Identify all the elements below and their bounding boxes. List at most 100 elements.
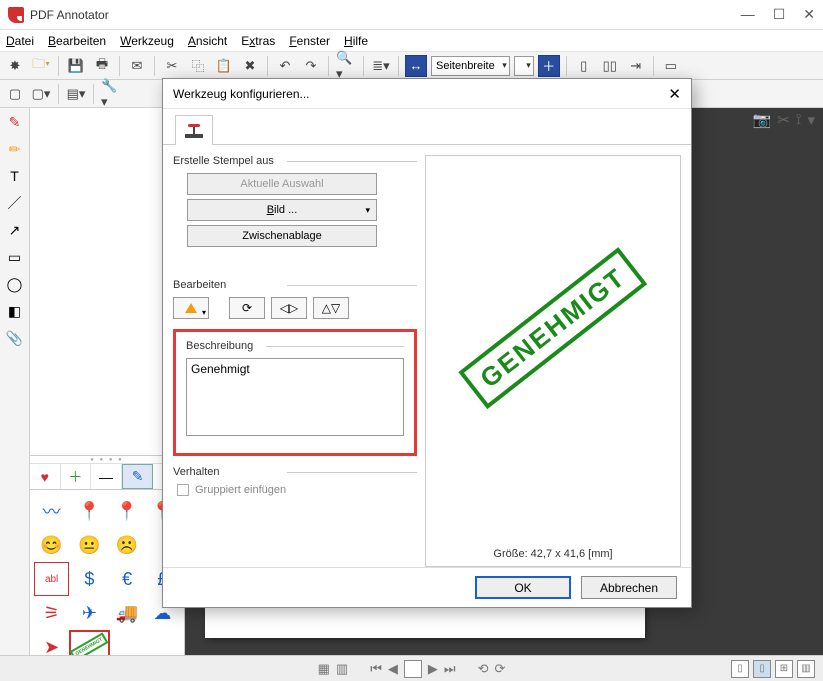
status-bar: ▦ ▥ ⏮ ◀ ▶ ⏭ ⟲ ⟳ ▯ ▯ ⊞ ▥ xyxy=(0,655,823,681)
pen-tool-icon[interactable]: ✎ xyxy=(4,111,26,133)
fullscreen-icon[interactable]: ▭ xyxy=(660,55,682,77)
ruler-icon[interactable]: ⟟ xyxy=(796,111,802,129)
menu-file[interactable]: Datei xyxy=(6,34,34,48)
stamp-truck[interactable]: 🚚 xyxy=(110,596,145,630)
stamp-smile[interactable]: 😊 xyxy=(34,528,69,562)
save-icon[interactable]: 💾 xyxy=(65,55,87,77)
undo-icon[interactable]: ↶ xyxy=(274,55,296,77)
stamp-sad[interactable]: ☹️ xyxy=(110,528,145,562)
delete-icon[interactable]: ✖ xyxy=(239,55,261,77)
stamp-pin-blue[interactable]: 📍 xyxy=(69,494,109,528)
menu-window[interactable]: Fenster xyxy=(289,34,330,48)
dialog-tab-stamp[interactable] xyxy=(175,115,213,145)
sb-page-field[interactable] xyxy=(404,660,422,678)
sb-layout3-icon[interactable]: ⊞ xyxy=(775,660,793,678)
menu-extras[interactable]: Extras xyxy=(241,34,275,48)
ellipse-tool-icon[interactable]: ◯ xyxy=(4,273,26,295)
dialog-close-button[interactable]: ✕ xyxy=(668,85,681,103)
cut-icon[interactable]: ✂ xyxy=(161,55,183,77)
attach-tool-icon[interactable]: 📎 xyxy=(4,327,26,349)
eraser-tool-icon[interactable]: ◧ xyxy=(4,300,26,322)
single-page-icon[interactable]: ▯ xyxy=(573,55,595,77)
stamp-grid: 〰 📍 📍 📍 😊 😐 ☹️ abl $ € £ ⚞ ✈ 🚚 ☁ ➤ GENEH… xyxy=(30,490,184,668)
tab-favorites[interactable]: ♥ xyxy=(30,464,61,489)
btn-current-selection[interactable]: Aktuelle Auswahl xyxy=(187,173,377,195)
app-icon xyxy=(8,7,24,23)
tab-stamps[interactable]: ✎ xyxy=(122,464,154,489)
text-tool-icon[interactable]: T xyxy=(4,165,26,187)
new-icon[interactable]: ✸ xyxy=(4,55,26,77)
edit-rotate-button[interactable]: ⟳ xyxy=(229,297,265,319)
page-icon[interactable]: ▢ xyxy=(4,83,26,105)
redo-icon[interactable]: ↷ xyxy=(300,55,322,77)
highlighter-tool-icon[interactable]: ✏ xyxy=(4,138,26,160)
stamp-squiggle[interactable]: 〰 xyxy=(34,494,69,528)
vertical-toolbox: ✎ ✏ T ／ ↗ ▭ ◯ ◧ 📎 xyxy=(0,108,30,668)
sb-layout2-icon[interactable]: ▯ xyxy=(753,660,771,678)
btn-image-combo[interactable]: Bild ... xyxy=(187,199,377,221)
line-tool-icon[interactable]: ／ xyxy=(4,192,26,214)
stamp-euro[interactable]: € xyxy=(110,562,145,596)
description-textarea[interactable]: Genehmigt xyxy=(186,358,404,436)
menu-view[interactable]: Ansicht xyxy=(188,34,227,48)
sb-layout4-icon[interactable]: ▥ xyxy=(797,660,815,678)
sb-next-icon[interactable]: ▶ xyxy=(428,661,438,677)
print-icon[interactable]: 🖶 xyxy=(91,55,113,77)
checkbox-grouped-insert[interactable] xyxy=(177,484,189,496)
zoom-mode-combo[interactable]: Seitenbreite xyxy=(431,56,510,76)
wrench-icon[interactable]: 🔧▾ xyxy=(100,83,122,105)
stamp-preview-pane: GENEHMIGT Größe: 42,7 x 41,6 [mm] xyxy=(425,155,681,567)
stamp-plane[interactable]: ✈ xyxy=(69,596,109,630)
dialog-title: Werkzeug konfigurieren... xyxy=(173,87,668,101)
menu-edit[interactable]: Bearbeiten xyxy=(48,34,106,48)
stamp-pin-green[interactable]: 📍 xyxy=(110,494,145,528)
maximize-button[interactable]: ☐ xyxy=(773,6,786,23)
zoom-plus-icon[interactable]: ＋ xyxy=(538,55,560,77)
description-group-highlighted: Beschreibung Genehmigt xyxy=(173,329,417,456)
sb-thumbs-icon[interactable]: ▦ xyxy=(318,661,330,677)
book-icon[interactable]: ▤▾ xyxy=(65,83,87,105)
paste-icon[interactable]: 📋 xyxy=(213,55,235,77)
sb-back-icon[interactable]: ⟲ xyxy=(478,661,489,677)
edit-flip-v-button[interactable]: △▽ xyxy=(313,297,349,319)
stamp-stamper[interactable]: ⚞ xyxy=(34,596,69,630)
crop-icon[interactable]: ✂ xyxy=(777,111,790,129)
close-button[interactable]: ✕ xyxy=(803,6,815,23)
sb-pages-icon[interactable]: ▥ xyxy=(336,661,348,677)
rect-tool-icon[interactable]: ▭ xyxy=(4,246,26,268)
window-title: PDF Annotator xyxy=(30,8,741,22)
label-description: Beschreibung xyxy=(186,340,259,352)
email-icon[interactable]: ✉ xyxy=(126,55,148,77)
search-icon[interactable]: 🔍▾ xyxy=(335,55,357,77)
page-dropdown-icon[interactable]: ▢▾ xyxy=(30,83,52,105)
edit-flip-h-button[interactable]: ◁▷ xyxy=(271,297,307,319)
ok-button[interactable]: OK xyxy=(475,576,571,599)
sb-fwd-icon[interactable]: ⟳ xyxy=(495,661,506,677)
tab-tools[interactable]: — xyxy=(91,464,122,489)
sb-prev-icon[interactable]: ◀ xyxy=(388,661,398,677)
stamp-neutral[interactable]: 😐 xyxy=(69,528,109,562)
cancel-button[interactable]: Abbrechen xyxy=(581,576,677,599)
menu-help[interactable]: Hilfe xyxy=(344,34,368,48)
camera-icon[interactable]: 📷 xyxy=(753,111,772,129)
two-page-icon[interactable]: ▯▯ xyxy=(599,55,621,77)
zoom-dropdown[interactable] xyxy=(514,56,534,76)
open-icon[interactable]: 🗀▾ xyxy=(30,55,52,77)
copy-icon[interactable]: ⿻ xyxy=(187,55,209,77)
sb-first-icon[interactable]: ⏮ xyxy=(370,661,382,677)
sb-layout1-icon[interactable]: ▯ xyxy=(731,660,749,678)
more-icon[interactable]: ▾ xyxy=(807,111,815,129)
stamp-dollar[interactable]: $ xyxy=(69,562,109,596)
tab-add[interactable]: ＋ xyxy=(61,464,92,489)
fit-width-icon[interactable]: ↔ xyxy=(405,55,427,77)
sb-last-icon[interactable]: ⏭ xyxy=(444,661,456,677)
btn-clipboard[interactable]: Zwischenablage xyxy=(187,225,377,247)
menu-tool[interactable]: Werkzeug xyxy=(120,34,174,48)
edit-color-button[interactable] xyxy=(173,297,209,319)
arrow-tool-icon[interactable]: ↗ xyxy=(4,219,26,241)
continuous-icon[interactable]: ⇥ xyxy=(625,55,647,77)
layers-icon[interactable]: ≣▾ xyxy=(370,55,392,77)
minimize-button[interactable]: — xyxy=(741,6,755,23)
stamp-abl[interactable]: abl xyxy=(34,562,69,596)
panel-grip[interactable]: ● ● ● ● xyxy=(30,456,184,464)
